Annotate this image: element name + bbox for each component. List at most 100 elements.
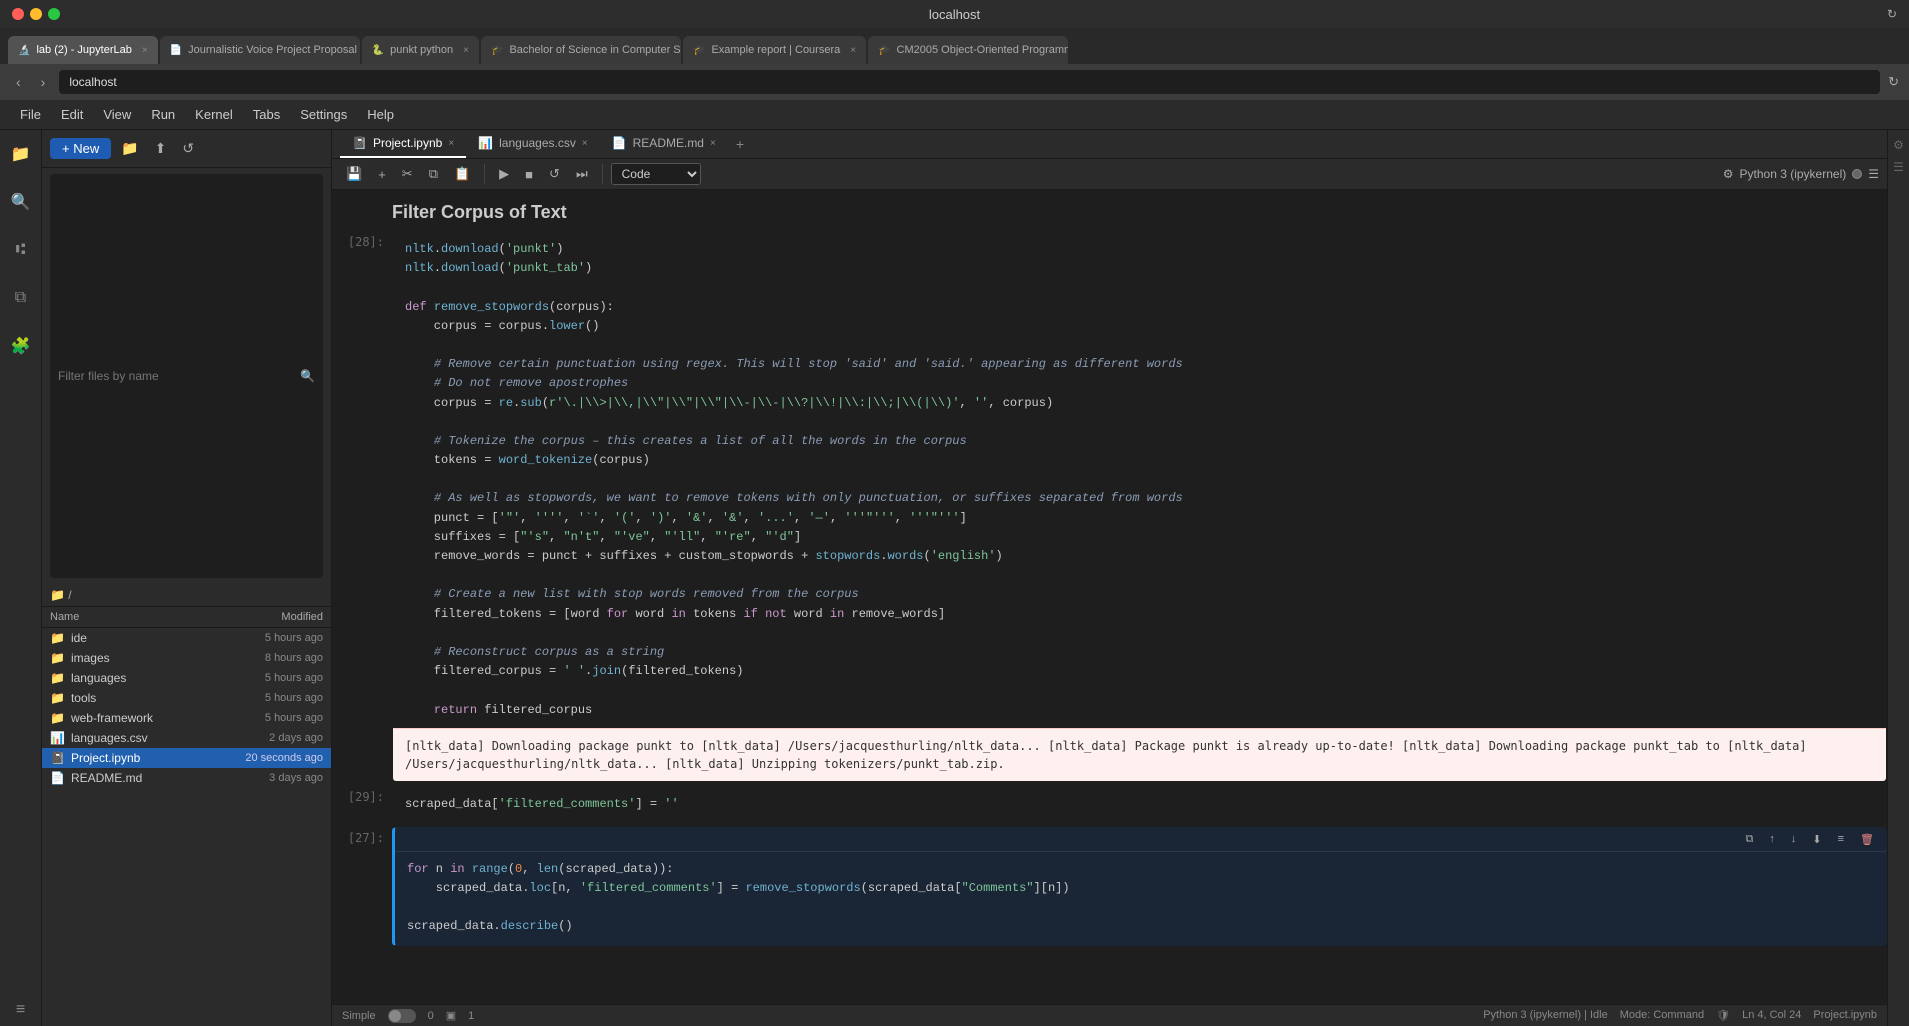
browser-tabs: 🔬lab (2) - JupyterLab×📄Journalistic Voic… xyxy=(0,28,1909,64)
sidebar-icon-git[interactable]: ⑆ xyxy=(5,234,37,266)
title-bar-controls: ↻ xyxy=(1887,7,1897,21)
menu-item-edit[interactable]: Edit xyxy=(51,103,93,126)
menu-item-kernel[interactable]: Kernel xyxy=(185,103,243,126)
add-tab-button[interactable]: + xyxy=(728,132,752,156)
upload-button[interactable]: ⬆ xyxy=(149,136,173,161)
forward-button[interactable]: › xyxy=(35,72,52,92)
file-item-images[interactable]: 📁images8 hours ago xyxy=(42,648,331,668)
browser-tab-coursera[interactable]: 🎓Example report | Coursera× xyxy=(683,36,866,64)
back-button[interactable]: ‹ xyxy=(10,72,27,92)
address-bar[interactable] xyxy=(59,70,1880,94)
sidebar-icon-extensions[interactable]: 🧩 xyxy=(5,330,37,362)
notebook-tab-languages-csv[interactable]: 📊languages.csv× xyxy=(466,130,600,158)
tab-close-btn[interactable]: × xyxy=(582,138,588,149)
new-launcher-button[interactable]: + New xyxy=(50,138,111,159)
maximize-button[interactable] xyxy=(48,8,60,20)
file-item-web-framework[interactable]: 📁web-framework5 hours ago xyxy=(42,708,331,728)
browser-tab-punkt[interactable]: 🐍punkt python× xyxy=(362,36,479,64)
browser-tab-journalistic[interactable]: 📄Journalistic Voice Project Proposal× xyxy=(160,36,360,64)
close-button[interactable] xyxy=(12,8,24,20)
restart-kernel-button[interactable]: ↺ xyxy=(543,163,566,185)
menu-item-help[interactable]: Help xyxy=(357,103,404,126)
paste-cell-button[interactable]: 📋 xyxy=(448,163,476,185)
copy-cell-button[interactable]: ⧉ xyxy=(423,163,444,185)
add-cell-button[interactable]: + xyxy=(372,164,392,185)
cell-29-number: [29]: xyxy=(332,786,392,823)
refresh-icon: ↻ xyxy=(1888,74,1899,90)
menu-item-tabs[interactable]: Tabs xyxy=(243,103,290,126)
cell-download-btn[interactable]: ⬇ xyxy=(1806,830,1827,849)
file-name: Project.ipynb xyxy=(71,751,245,765)
notebook-tab-project[interactable]: 📓Project.ipynb× xyxy=(340,130,466,158)
refresh-button[interactable]: ↻ xyxy=(1887,7,1897,21)
file-name: languages.csv xyxy=(71,731,269,745)
cell-type-select[interactable]: Code Markdown Raw xyxy=(611,163,701,185)
file-time: 5 hours ago xyxy=(265,672,323,684)
title-bar: localhost ↻ xyxy=(0,0,1909,28)
browser-tab-lab[interactable]: 🔬lab (2) - JupyterLab× xyxy=(8,36,158,64)
cell-move-up-btn[interactable]: ↑ xyxy=(1763,830,1781,849)
sidebar-icon-search[interactable]: 🔍 xyxy=(5,186,37,218)
settings-icon[interactable]: ⚙ xyxy=(1723,167,1734,181)
cell-28-code[interactable]: nltk.download('punkt') nltk.download('pu… xyxy=(393,232,1886,728)
cell-28-body[interactable]: nltk.download('punkt') nltk.download('pu… xyxy=(392,231,1887,782)
run-cell-button[interactable]: ▶ xyxy=(493,163,515,185)
minimize-button[interactable] xyxy=(30,8,42,20)
browser-toolbar: ‹ › ↻ xyxy=(0,64,1909,100)
cell-copy-btn[interactable]: ⧉ xyxy=(1740,830,1760,849)
term-icon: ▣ xyxy=(446,1009,456,1022)
file-time: 2 days ago xyxy=(269,732,323,744)
notebook-tab-readme[interactable]: 📄README.md× xyxy=(600,130,728,158)
file-item-project-ipynb[interactable]: 📓Project.ipynb20 seconds ago xyxy=(42,748,331,768)
kernel-status-label: Python 3 (ipykernel) | Idle xyxy=(1483,1009,1608,1022)
sidebar-icons: 📁 🔍 ⑆ ⧉ 🧩 ≡ xyxy=(0,130,42,1026)
cell-count-1: 1 xyxy=(468,1010,474,1022)
file-name: tools xyxy=(71,691,265,705)
sidebar-icon-folder[interactable]: 📁 xyxy=(5,138,37,170)
kernel-menu-icon[interactable]: ☰ xyxy=(1868,167,1879,181)
file-search-input[interactable] xyxy=(58,369,300,383)
menu-item-run[interactable]: Run xyxy=(141,103,185,126)
simple-toggle[interactable] xyxy=(388,1009,416,1023)
file-item-languages-csv[interactable]: 📊languages.csv2 days ago xyxy=(42,728,331,748)
cell-28-number: [28]: xyxy=(332,231,392,782)
file-item-languages[interactable]: 📁languages5 hours ago xyxy=(42,668,331,688)
menu-item-settings[interactable]: Settings xyxy=(290,103,357,126)
menu-item-view[interactable]: View xyxy=(93,103,141,126)
cell-27-number: [27]: xyxy=(332,827,392,946)
new-folder-button[interactable]: 📁 xyxy=(115,136,144,161)
cell-29-code[interactable]: scraped_data['filtered_comments'] = '' xyxy=(393,787,1886,822)
cell-more-btn[interactable]: ≡ xyxy=(1832,830,1850,849)
cell-29-body[interactable]: scraped_data['filtered_comments'] = '' xyxy=(392,786,1887,823)
tab-icon: 📊 xyxy=(478,136,493,150)
browser-tab-bsc[interactable]: 🎓Bachelor of Science in Computer Science… xyxy=(481,36,681,64)
cell-28-output: [nltk_data] Downloading package punkt to… xyxy=(393,728,1886,781)
kernel-status-dot xyxy=(1852,169,1862,179)
stop-kernel-button[interactable]: ■ xyxy=(519,164,539,185)
sidebar-icon-property[interactable]: ≡ xyxy=(5,994,37,1026)
right-sidebar-icon-gear[interactable]: ⚙ xyxy=(1893,138,1904,152)
tab-close-btn[interactable]: × xyxy=(448,138,454,149)
file-name: images xyxy=(71,651,265,665)
main-area: 📓Project.ipynb×📊languages.csv×📄README.md… xyxy=(332,130,1887,1026)
cell-delete-btn[interactable]: 🗑 xyxy=(1854,830,1880,849)
right-sidebar-icon-menu[interactable]: ☰ xyxy=(1893,160,1904,174)
browser-tab-cm2005[interactable]: 🎓CM2005 Object-Oriented Programming - Gr… xyxy=(868,36,1068,64)
file-item-ide[interactable]: 📁ide5 hours ago xyxy=(42,628,331,648)
file-panel: + New 📁 ⬆ ↺ 🔍 📁 / Name Modified 📁ide5 ho… xyxy=(42,130,332,1026)
cut-cell-button[interactable]: ✂ xyxy=(396,163,419,185)
cell-move-down-btn[interactable]: ↓ xyxy=(1785,830,1803,849)
refresh-file-button[interactable]: ↺ xyxy=(176,136,200,161)
cell-28: [28]: nltk.download('punkt') nltk.downlo… xyxy=(332,231,1887,782)
cell-27-body[interactable]: ⧉ ↑ ↓ ⬇ ≡ 🗑 for n in range(0, len(scrape… xyxy=(392,827,1887,946)
tab-close-btn[interactable]: × xyxy=(710,138,716,149)
save-button[interactable]: 💾 xyxy=(340,163,368,185)
file-name: ide xyxy=(71,631,265,645)
sidebar-icon-tabs[interactable]: ⧉ xyxy=(5,282,37,314)
notebook-content: Filter Corpus of Text [28]: nltk.downloa… xyxy=(332,190,1887,1004)
file-item-readme-md[interactable]: 📄README.md3 days ago xyxy=(42,768,331,788)
cell-27-code[interactable]: for n in range(0, len(scraped_data)): sc… xyxy=(395,852,1886,945)
restart-run-all-button[interactable]: ⏭ xyxy=(570,163,594,185)
menu-item-file[interactable]: File xyxy=(10,103,51,126)
file-item-tools[interactable]: 📁tools5 hours ago xyxy=(42,688,331,708)
